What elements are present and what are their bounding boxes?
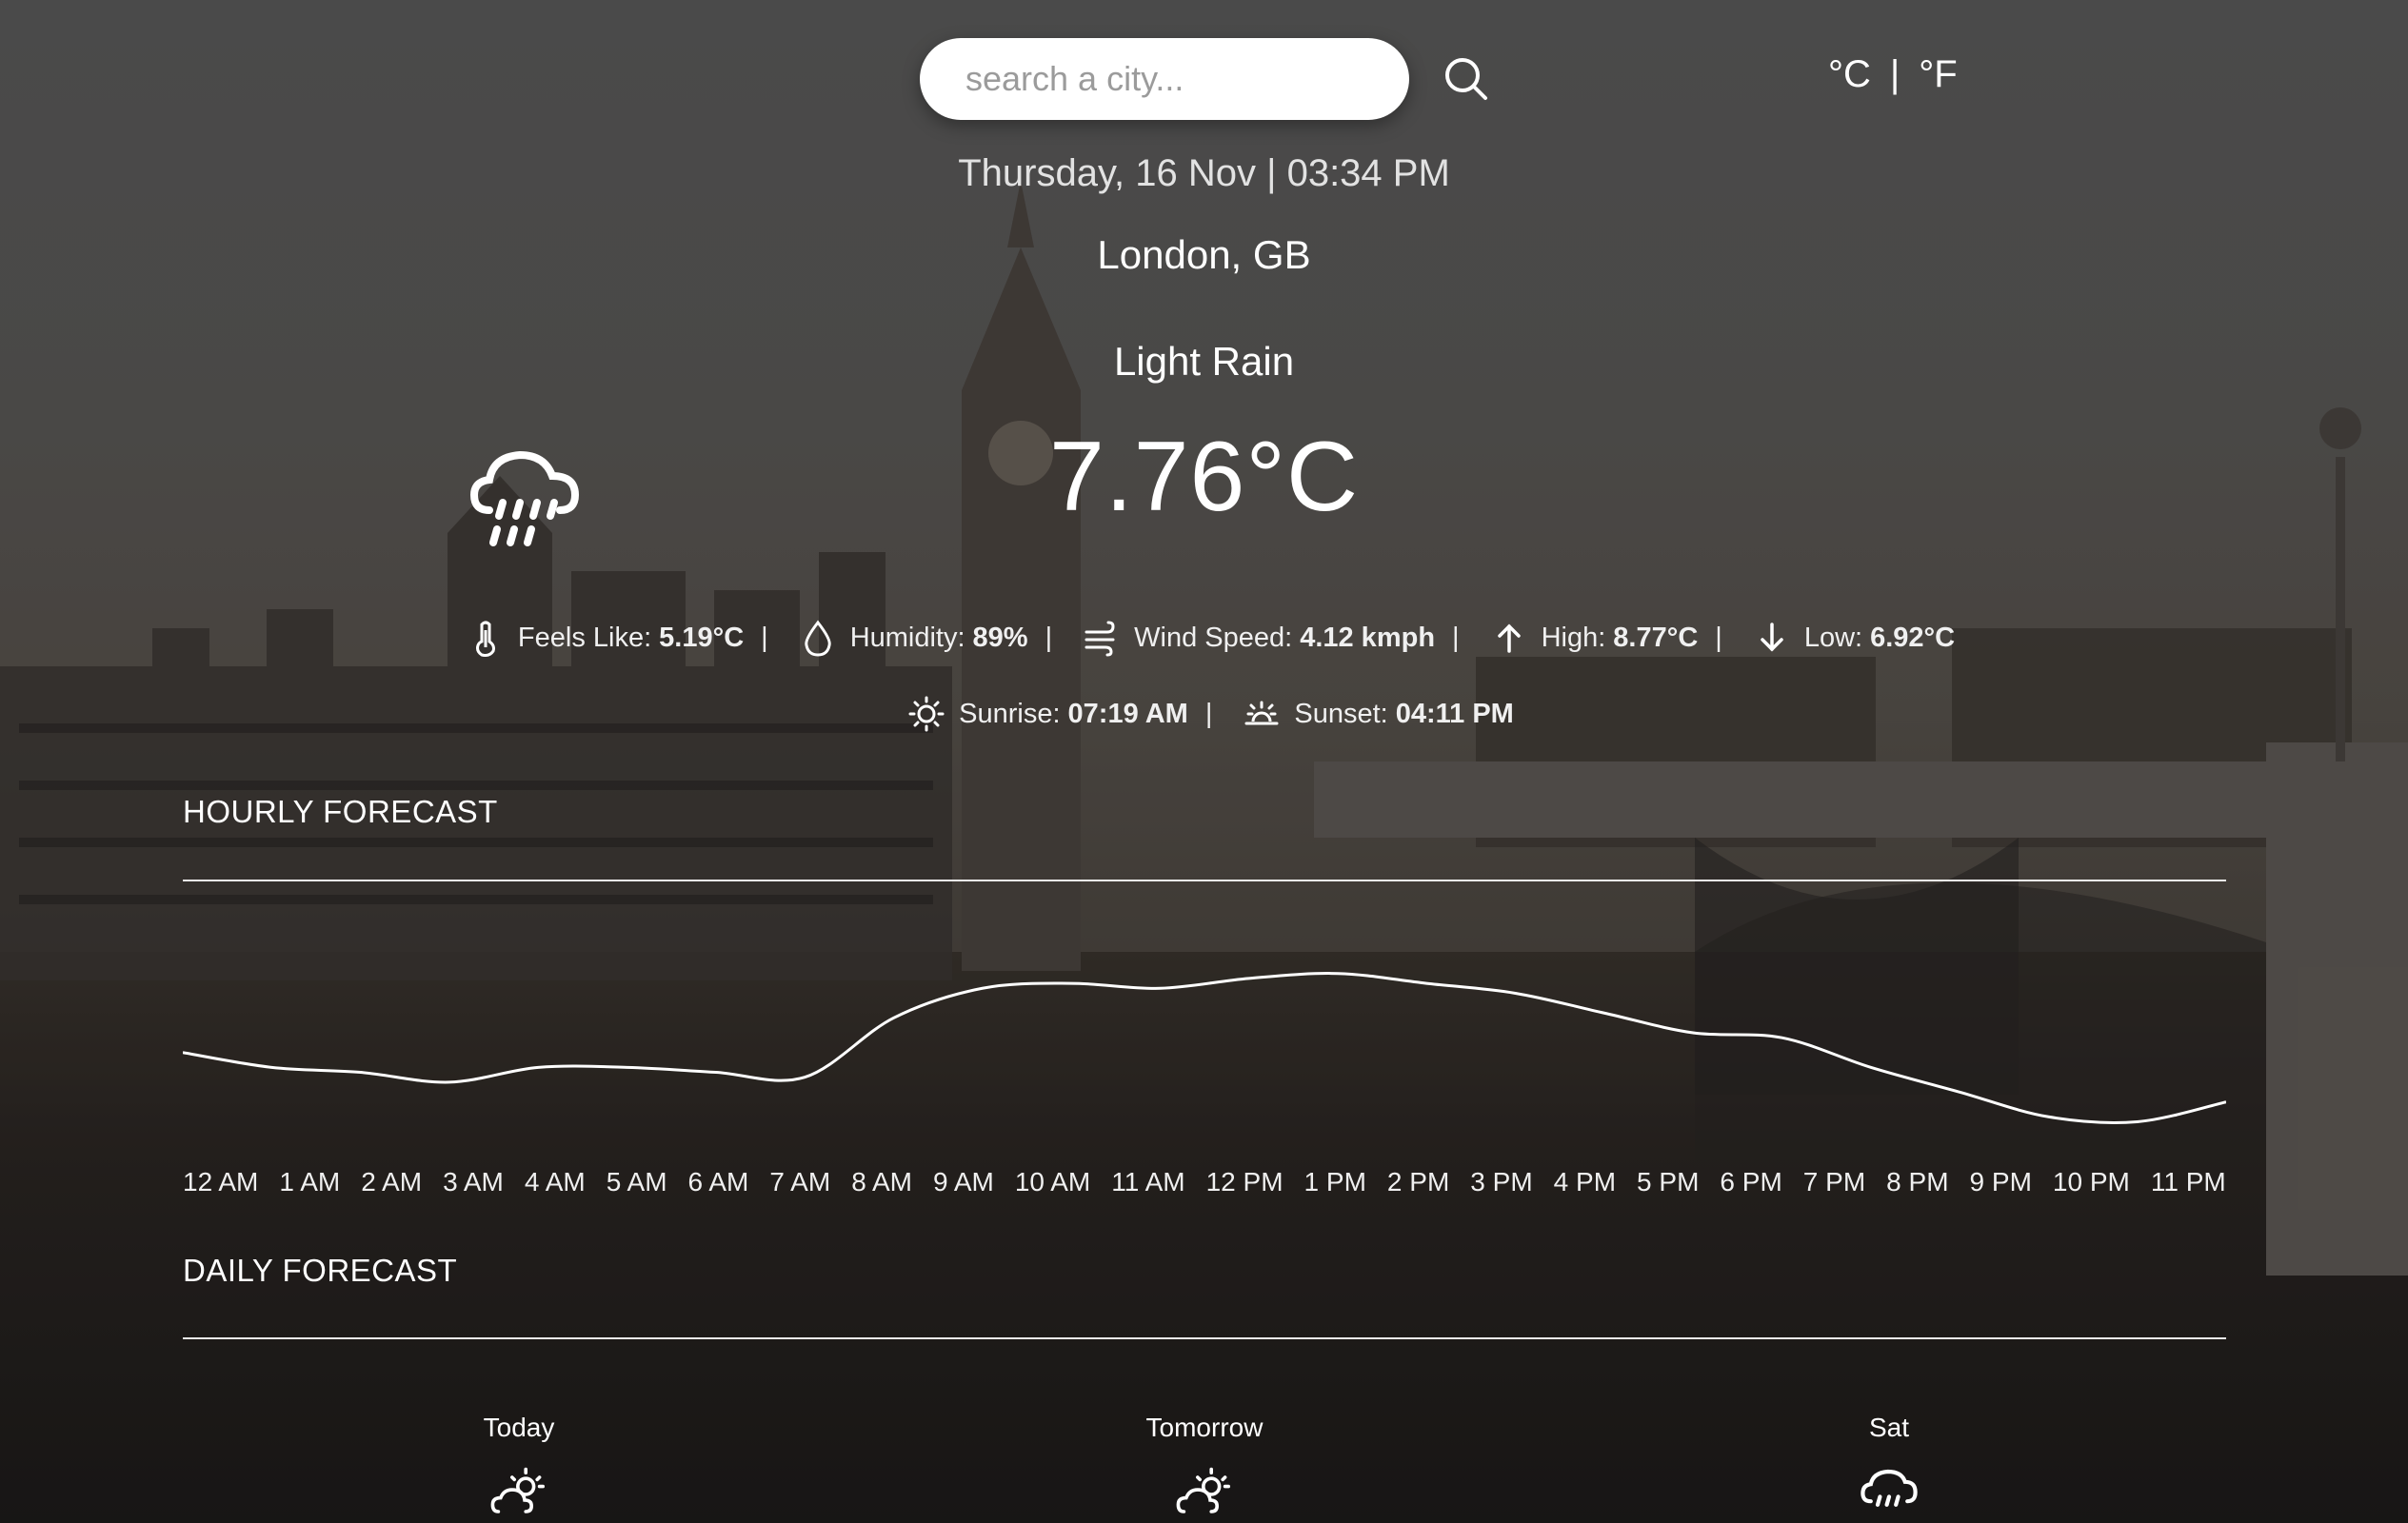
hour-label: 5 PM bbox=[1637, 1167, 1700, 1197]
daily-divider bbox=[183, 1337, 2226, 1339]
sunrise-value: 07:19 AM bbox=[1067, 698, 1188, 729]
thermometer-icon bbox=[475, 621, 495, 657]
hour-label: 8 PM bbox=[1886, 1167, 1949, 1197]
high-label: High: bbox=[1541, 622, 1606, 653]
hour-label: 7 PM bbox=[1802, 1167, 1866, 1197]
separator: | bbox=[1452, 622, 1460, 653]
separator: | bbox=[1045, 622, 1053, 653]
daily-item-label: Tomorrow bbox=[1145, 1413, 1264, 1442]
humidity-value: 89% bbox=[972, 622, 1028, 653]
arrow-down-icon bbox=[1761, 623, 1783, 652]
high-value: 8.77°C bbox=[1613, 622, 1699, 653]
rain-cloud-icon bbox=[1861, 1469, 1918, 1507]
hour-label: 10 PM bbox=[2052, 1167, 2130, 1197]
search-icon[interactable] bbox=[1440, 52, 1493, 106]
weather-details-row: Feels Like: 5.19°C | Humidity: 89% | Win… bbox=[0, 619, 2408, 657]
humidity-label: Humidity: bbox=[849, 622, 965, 653]
daily-forecast-title: DAILY FORECAST bbox=[183, 1253, 458, 1288]
hour-label: 12 PM bbox=[1205, 1167, 1284, 1197]
sun-times-row: Sunrise: 07:19 AM | Sunset: 04:11 PM bbox=[0, 695, 2408, 733]
search-input[interactable] bbox=[920, 38, 1409, 120]
daily-item-label: Today bbox=[483, 1413, 555, 1442]
hour-label: 4 PM bbox=[1553, 1167, 1617, 1197]
hour-label: 3 AM bbox=[443, 1167, 504, 1197]
hour-label: 10 AM bbox=[1014, 1167, 1091, 1197]
hour-label: 8 AM bbox=[851, 1167, 913, 1197]
sunset-label: Sunset: bbox=[1294, 698, 1388, 729]
weather-app: °C | °F Thursday, 16 Nov | 03:34 PM Lond… bbox=[0, 0, 2408, 1523]
low-label: Low: bbox=[1803, 622, 1863, 653]
wind-speed-label: Wind Speed: bbox=[1134, 622, 1293, 653]
daily-item-label: Sat bbox=[1868, 1413, 1910, 1442]
hour-label: 3 PM bbox=[1470, 1167, 1533, 1197]
hour-label: 4 AM bbox=[524, 1167, 586, 1197]
hour-label: 1 PM bbox=[1304, 1167, 1366, 1197]
partly-cloudy-day-icon bbox=[490, 1467, 545, 1513]
celsius-button[interactable]: °C bbox=[1828, 53, 1871, 96]
hour-label: 7 AM bbox=[769, 1167, 831, 1197]
date-time: Thursday, 16 Nov | 03:34 PM bbox=[958, 152, 1450, 194]
sunset-value: 04:11 PM bbox=[1395, 698, 1514, 729]
droplet-icon bbox=[804, 620, 831, 657]
low-value: 6.92°C bbox=[1870, 622, 1956, 653]
unit-divider: | bbox=[1889, 53, 1901, 95]
wind-icon bbox=[1085, 621, 1115, 657]
arrow-up-icon bbox=[1497, 623, 1521, 653]
hour-label: 1 AM bbox=[279, 1167, 341, 1197]
hourly-divider bbox=[183, 880, 2226, 881]
sunrise-label: Sunrise: bbox=[959, 698, 1061, 729]
wind-speed-value: 4.12 kmph bbox=[1300, 622, 1436, 653]
fahrenheit-button[interactable]: °F bbox=[1919, 53, 1957, 96]
separator: | bbox=[1715, 622, 1722, 653]
temperature-line bbox=[183, 972, 2226, 1124]
hour-label: 6 PM bbox=[1720, 1167, 1782, 1197]
weather-condition: Light Rain bbox=[1113, 339, 1295, 384]
hour-label: 2 AM bbox=[361, 1167, 423, 1197]
hour-label: 9 AM bbox=[933, 1167, 994, 1197]
separator: | bbox=[761, 622, 768, 653]
feels-like-label: Feels Like: bbox=[517, 622, 652, 653]
hour-label: 5 AM bbox=[606, 1167, 667, 1197]
location-name: London, GB bbox=[1097, 232, 1311, 277]
partly-cloudy-day-icon bbox=[1176, 1467, 1230, 1513]
sunrise-icon bbox=[908, 696, 945, 732]
hour-label: 11 PM bbox=[2150, 1167, 2226, 1197]
hour-label: 6 AM bbox=[687, 1167, 749, 1197]
hour-labels: 12 AM 1 AM 2 AM 3 AM 4 AM 5 AM 6 AM 7 AM 8 AM 9 A… bbox=[183, 1167, 2226, 1205]
sunset-icon bbox=[1244, 701, 1279, 725]
separator: | bbox=[1204, 698, 1213, 729]
hourly-forecast-title: HOURLY FORECAST bbox=[183, 794, 498, 829]
hour-label: 2 PM bbox=[1386, 1167, 1450, 1197]
unit-toggle: °C | °F bbox=[1828, 53, 1958, 96]
current-temperature: 7.76°C bbox=[1048, 422, 1360, 532]
hour-label: 12 AM bbox=[183, 1167, 259, 1197]
hour-label: 9 PM bbox=[1969, 1167, 2032, 1197]
rain-cloud-icon bbox=[469, 450, 580, 546]
feels-like-value: 5.19°C bbox=[659, 622, 745, 653]
hourly-temperature-chart bbox=[183, 972, 2226, 1124]
hour-label: 11 AM bbox=[1111, 1167, 1185, 1197]
